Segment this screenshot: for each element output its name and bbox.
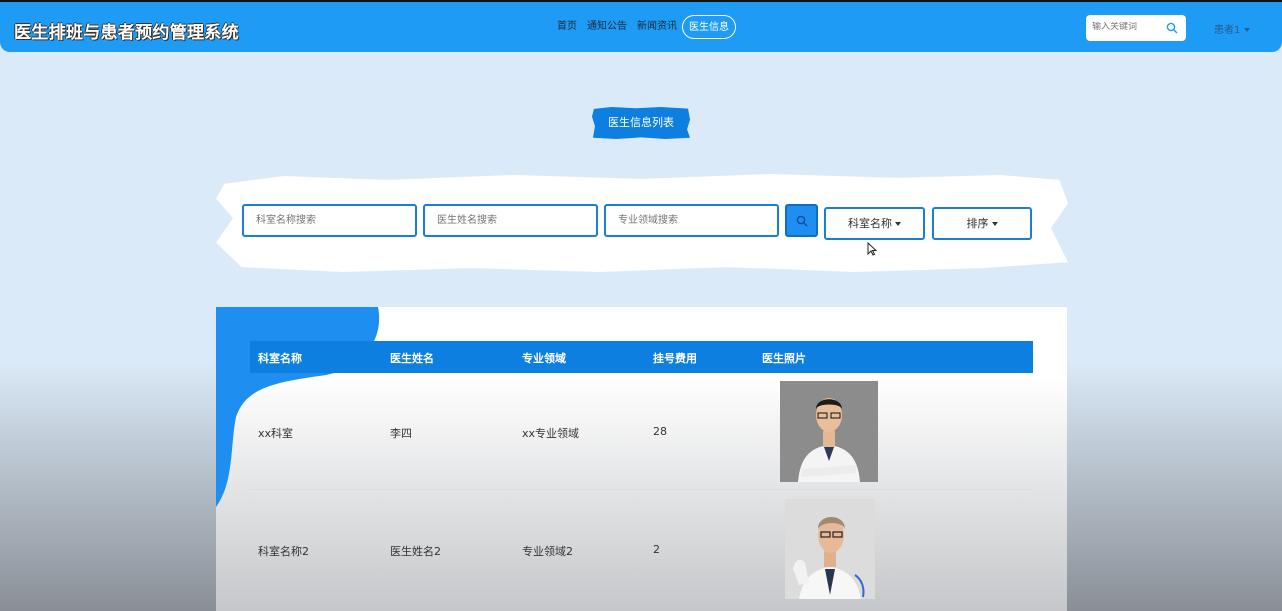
search-icon [796, 215, 808, 227]
mouse-cursor-icon [867, 242, 877, 256]
col-fee: 挂号费用 [653, 352, 697, 365]
sort-dropdown-label: 排序 [966, 217, 989, 230]
chevron-down-icon [1244, 28, 1251, 32]
field-search-input[interactable] [604, 204, 779, 237]
table-row[interactable]: xx科室 李四 xx专业领域 28 [250, 373, 1033, 490]
doctor-photo[interactable] [785, 499, 875, 599]
site-title: 医生排班与患者预约管理系统 [14, 23, 239, 43]
caret-down-icon [895, 222, 901, 226]
search-button[interactable] [785, 204, 818, 237]
sort-dropdown[interactable]: 排序 [932, 207, 1032, 240]
dept-dropdown[interactable]: 科室名称 [824, 207, 925, 240]
nav-notices[interactable]: 通知公告 [582, 15, 632, 39]
cell-field: xx专业领域 [522, 427, 580, 440]
doctor-photo[interactable] [780, 381, 878, 482]
table-header: 科室名称 医生姓名 专业领域 挂号费用 医生照片 [250, 341, 1033, 373]
section-title: 医生信息列表 [592, 107, 690, 139]
cell-fee: 2 [653, 543, 660, 556]
top-navbar: 医生排班与患者预约管理系统 首页 通知公告 新闻资讯 医生信息 患者1 [0, 0, 1282, 52]
col-doctor: 医生姓名 [390, 352, 434, 365]
doctor-table-card: 科室名称 医生姓名 专业领域 挂号费用 医生照片 xx科室 李四 xx专业领域 … [216, 307, 1067, 611]
header-search-input[interactable] [1092, 22, 1162, 32]
cell-doctor: 医生姓名2 [390, 545, 441, 558]
table-row[interactable]: 科室名称2 医生姓名2 专业领域2 2 [250, 491, 1033, 611]
col-dept: 科室名称 [258, 352, 302, 365]
cell-doctor: 李四 [390, 427, 412, 440]
dept-search-input[interactable] [242, 204, 417, 237]
main-nav: 首页 通知公告 新闻资讯 医生信息 [552, 15, 736, 39]
search-icon[interactable] [1166, 22, 1178, 34]
cell-field: 专业领域2 [522, 545, 573, 558]
user-name: 患者1 [1214, 25, 1241, 36]
cell-dept: xx科室 [258, 427, 294, 440]
col-photo: 医生照片 [762, 352, 806, 365]
nav-doctors[interactable]: 医生信息 [682, 15, 736, 39]
dept-dropdown-label: 科室名称 [848, 217, 892, 230]
nav-home[interactable]: 首页 [552, 15, 582, 39]
col-field: 专业领域 [522, 352, 566, 365]
cell-fee: 28 [653, 425, 667, 438]
cell-dept: 科室名称2 [258, 545, 309, 558]
caret-down-icon [991, 222, 998, 226]
doctor-search-input[interactable] [423, 204, 598, 237]
user-menu[interactable]: 患者1 [1214, 21, 1251, 36]
nav-news[interactable]: 新闻资讯 [632, 15, 682, 39]
header-search [1086, 15, 1186, 41]
